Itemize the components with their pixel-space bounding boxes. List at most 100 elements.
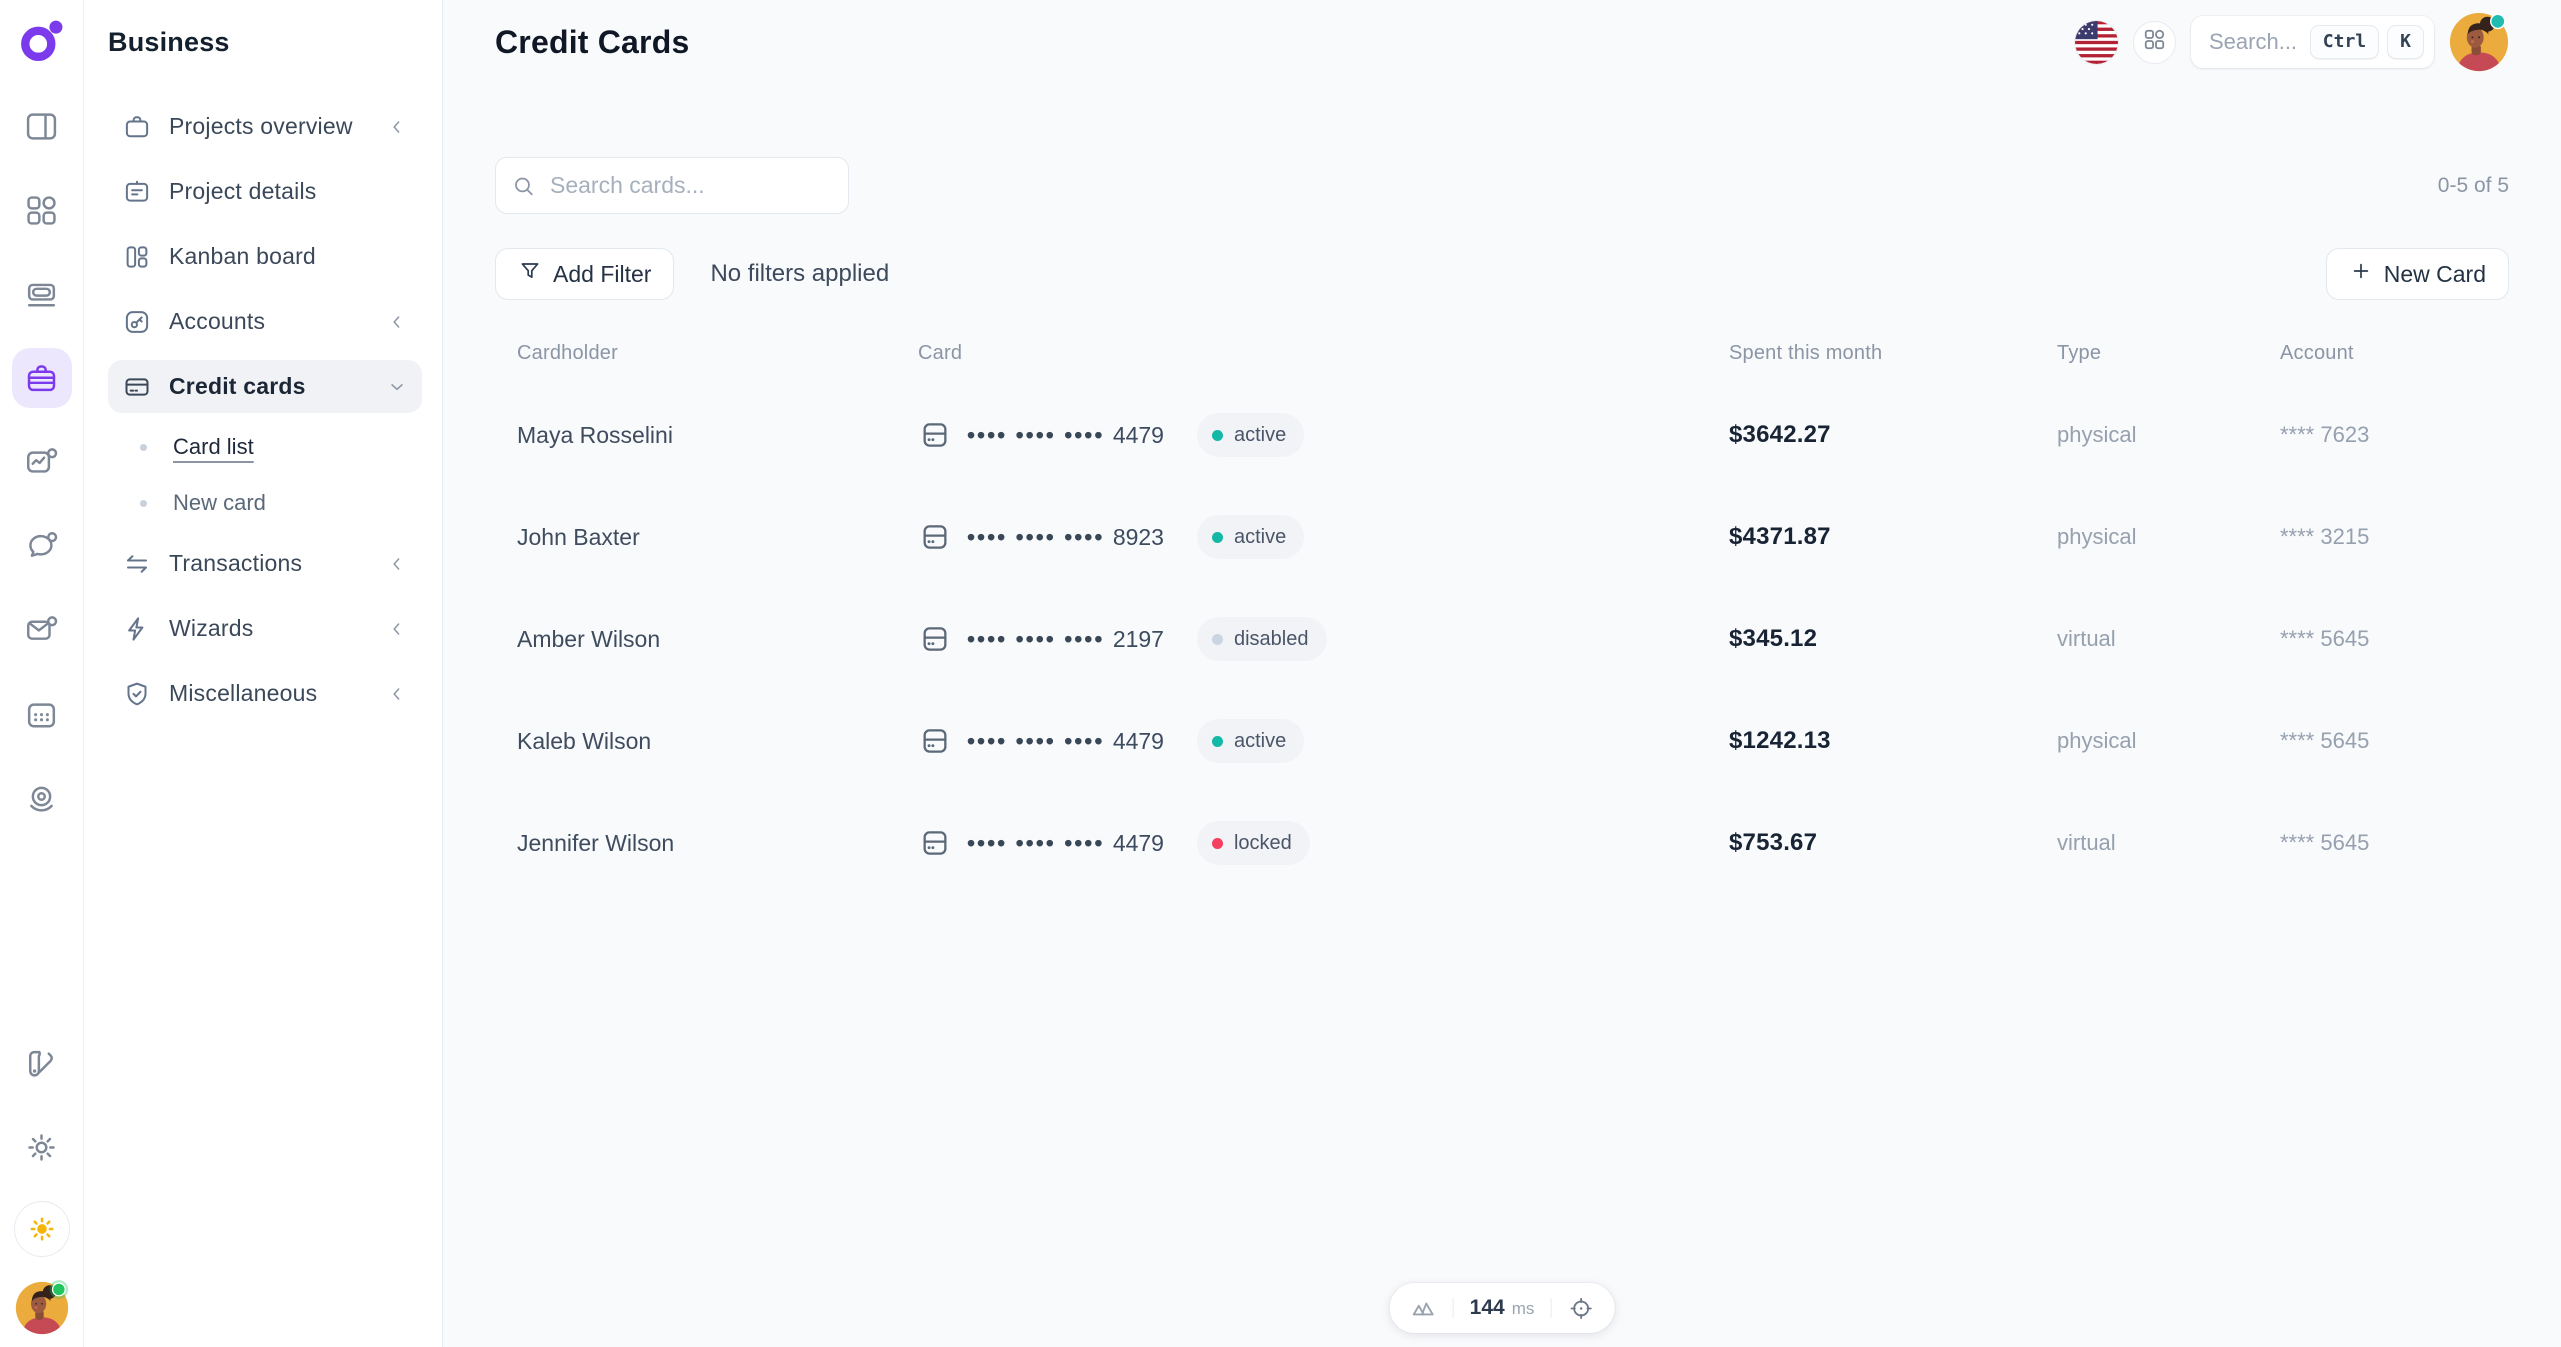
status-label: active <box>1234 730 1286 753</box>
rail-swatchbook-icon[interactable] <box>12 1033 72 1093</box>
col-card: Card <box>918 342 1729 365</box>
kbd-ctrl: Ctrl <box>2310 25 2379 59</box>
spent-amount: $4371.87 <box>1729 523 2057 551</box>
sidebar-item-label: Wizards <box>169 615 369 642</box>
status-dot <box>1212 736 1223 747</box>
card-cell: •••• •••• •••• 4479 locked <box>918 821 1729 865</box>
rail-mail-icon[interactable] <box>12 600 72 660</box>
col-spent: Spent this month <box>1729 342 2057 365</box>
rail-bottom <box>12 1033 72 1335</box>
spent-amount: $345.12 <box>1729 625 2057 653</box>
table-row[interactable]: Amber Wilson•••• •••• •••• 2197disabled$… <box>495 588 2509 690</box>
status-label: locked <box>1234 832 1292 855</box>
col-account: Account <box>2280 342 2509 365</box>
rail-briefcase-lines-icon[interactable] <box>12 348 72 408</box>
inspector-target-icon[interactable] <box>1567 1295 1594 1322</box>
bullet-dot <box>140 444 147 451</box>
bullet-dot <box>140 500 147 507</box>
funnel-icon <box>518 259 542 289</box>
sidebar-item-label: Projects overview <box>169 113 369 140</box>
add-filter-label: Add Filter <box>553 261 651 288</box>
sidebar-subitem-new-card[interactable]: New card <box>108 481 422 525</box>
rail-calendar-icon[interactable] <box>12 684 72 744</box>
card-cell: •••• •••• •••• 8923 active <box>918 515 1729 559</box>
sidebar-item-transactions[interactable]: Transactions <box>108 537 422 590</box>
clipboard-icon <box>122 177 152 207</box>
sidebar-item-accounts[interactable]: Accounts <box>108 295 422 348</box>
sidebar-item-wizards[interactable]: Wizards <box>108 602 422 655</box>
rail-gear-icon[interactable] <box>12 1117 72 1177</box>
card-search <box>495 157 849 214</box>
card-number: •••• •••• •••• 4479 <box>967 728 1164 755</box>
table-row[interactable]: Kaleb Wilson•••• •••• •••• 4479active$12… <box>495 690 2509 792</box>
timing-value: 144 <box>1470 1296 1505 1320</box>
header-controls: Ctrl K <box>2075 12 2509 72</box>
add-filter-button[interactable]: Add Filter <box>495 248 674 300</box>
workspace-title: Business <box>108 24 422 60</box>
list-toolbar: 0-5 of 5 <box>495 157 2509 214</box>
rail-user-avatar[interactable] <box>15 1281 69 1335</box>
rail-chat-bubble-icon[interactable] <box>12 516 72 576</box>
rail-inbox-stack-icon[interactable] <box>12 264 72 324</box>
search-shortcut: Ctrl K <box>2310 25 2424 59</box>
col-cardholder: Cardholder <box>517 342 918 365</box>
rail-nav <box>12 96 72 828</box>
table-row[interactable]: Jennifer Wilson•••• •••• •••• 4479locked… <box>495 792 2509 894</box>
sidebar-item-miscellaneous[interactable]: Miscellaneous <box>108 667 422 720</box>
table-row[interactable]: Maya Rosselini•••• •••• •••• 4479active$… <box>495 384 2509 486</box>
apps-menu-button[interactable] <box>2133 21 2176 64</box>
results-range: 0-5 of 5 <box>2438 174 2509 198</box>
rail-chart-activity-icon[interactable] <box>12 432 72 492</box>
chevron-left-icon <box>386 116 408 138</box>
sidebar-item-label: Miscellaneous <box>169 680 369 707</box>
global-search: Ctrl K <box>2191 16 2434 68</box>
card-number: •••• •••• •••• 2197 <box>967 626 1164 653</box>
credit-card-icon <box>918 418 952 452</box>
language-flag-button[interactable] <box>2075 21 2118 64</box>
card-number: •••• •••• •••• 4479 <box>967 422 1164 449</box>
rail-apps-grid-icon[interactable] <box>12 180 72 240</box>
card-cell: •••• •••• •••• 4479 active <box>918 719 1729 763</box>
cardholder-name: John Baxter <box>517 524 918 551</box>
account-number: **** 5645 <box>2280 728 2509 754</box>
sidebar-item-projects-overview[interactable]: Projects overview <box>108 100 422 153</box>
sidebar-subitem-card-list[interactable]: Card list <box>108 425 422 469</box>
status-dot <box>1212 838 1223 849</box>
spent-amount: $753.67 <box>1729 829 2057 857</box>
new-card-button[interactable]: New Card <box>2326 248 2509 300</box>
rail-panel-left-icon[interactable] <box>12 96 72 156</box>
app-logo[interactable] <box>16 16 68 68</box>
card-type: physical <box>2057 524 2280 550</box>
sidebar: Business Projects overview Project detail… <box>84 0 443 1347</box>
sidebar-item-project-details[interactable]: Project details <box>108 165 422 218</box>
card-cell: •••• •••• •••• 2197disabled <box>918 617 1729 661</box>
chevron-left-icon <box>386 311 408 333</box>
card-cell: •••• •••• •••• 4479 active <box>918 413 1729 457</box>
card-number: •••• •••• •••• 8923 <box>967 524 1164 551</box>
table-header: Cardholder Card Spent this month Type Ac… <box>495 338 2509 368</box>
rail-webcam-icon[interactable] <box>12 768 72 828</box>
sidebar-item-label: Transactions <box>169 550 369 577</box>
devtools-bar[interactable]: 144 ms <box>1390 1283 1615 1333</box>
timing-unit: ms <box>1512 1299 1535 1319</box>
account-number: **** 5645 <box>2280 830 2509 856</box>
card-number: •••• •••• •••• 4479 <box>967 830 1164 857</box>
sidebar-item-kanban-board[interactable]: Kanban board <box>108 230 422 283</box>
kbd-k: K <box>2387 25 2424 59</box>
table-row[interactable]: John Baxter •••• •••• •••• 8923 active $437… <box>495 486 2509 588</box>
account-number: **** 3215 <box>2280 524 2509 550</box>
status-dot <box>1212 532 1223 543</box>
rail-sun-icon[interactable] <box>14 1201 70 1257</box>
account-number: **** 5645 <box>2280 626 2509 652</box>
user-avatar[interactable] <box>2449 12 2509 72</box>
card-search-input[interactable] <box>495 157 849 214</box>
status-badge: locked <box>1197 821 1310 865</box>
sidebar-item-credit-cards[interactable]: Credit cards <box>108 360 422 413</box>
mountains-icon[interactable] <box>1410 1295 1437 1322</box>
status-badge: active <box>1197 515 1304 559</box>
sidebar-item-label: Accounts <box>169 308 369 335</box>
status-label: active <box>1234 424 1286 447</box>
status-badge: active <box>1197 413 1304 457</box>
sidebar-subitem-label: New card <box>173 490 266 516</box>
table-body: Maya Rosselini•••• •••• •••• 4479active$… <box>495 384 2509 894</box>
